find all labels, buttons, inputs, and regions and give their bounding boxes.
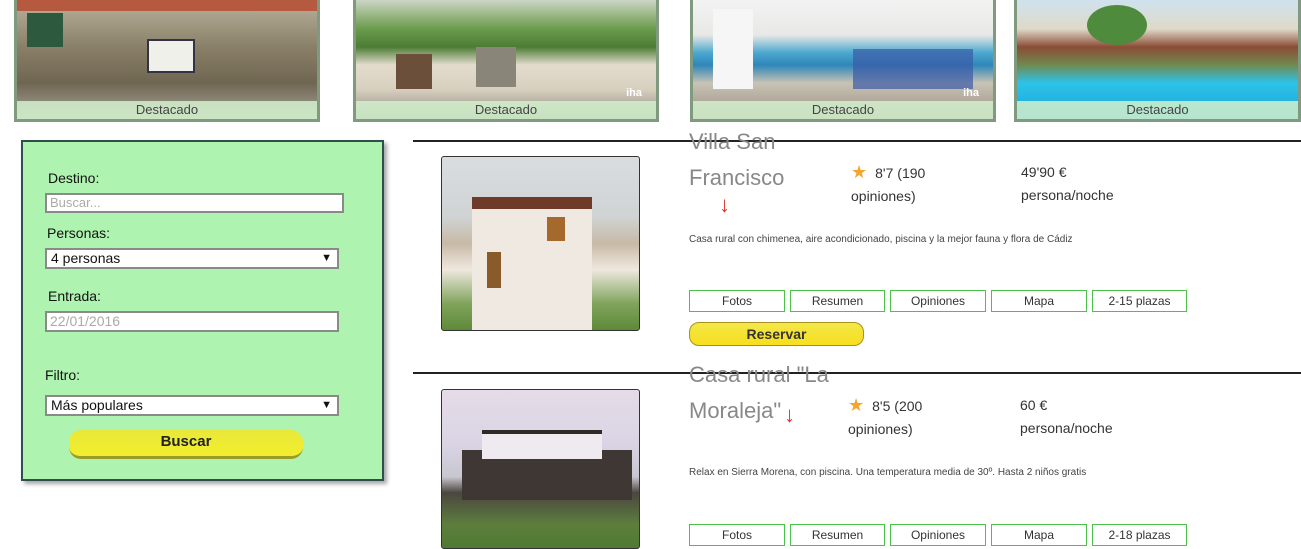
search-panel: Destino: Buscar... Personas: 4 personas … xyxy=(21,140,384,481)
iha-logo: iha xyxy=(963,87,979,99)
featured-label: Destacado xyxy=(1017,101,1298,119)
destino-label: Destino: xyxy=(48,170,100,186)
search-button[interactable]: Buscar xyxy=(69,430,303,459)
featured-label: Destacado xyxy=(356,101,656,119)
tab-mapa[interactable]: Mapa xyxy=(991,290,1087,312)
personas-select[interactable]: 4 personas ▼ xyxy=(45,248,339,269)
featured-card-3[interactable]: iha Destacado xyxy=(690,0,996,122)
reserve-button[interactable]: Reservar xyxy=(689,322,864,346)
filtro-select[interactable]: Más populares ▼ xyxy=(45,395,339,416)
featured-label: Destacado xyxy=(17,101,317,119)
listing-photo[interactable] xyxy=(441,389,640,549)
featured-card-1[interactable]: Destacado xyxy=(14,0,320,122)
personas-label: Personas: xyxy=(47,225,111,241)
chevron-down-icon: ▼ xyxy=(321,252,332,264)
chevron-down-icon: ▼ xyxy=(321,399,332,411)
destino-input[interactable]: Buscar... xyxy=(45,193,344,213)
tab-fotos[interactable]: Fotos xyxy=(689,524,785,546)
listing-description: Casa rural con chimenea, aire acondicion… xyxy=(689,234,1073,245)
tab-plazas[interactable]: 2-15 plazas xyxy=(1092,290,1187,312)
listing-photo[interactable] xyxy=(441,156,640,331)
listing-title[interactable]: Casa rural "La Moraleja" xyxy=(689,357,829,429)
tab-fotos[interactable]: Fotos xyxy=(689,290,785,312)
tab-mapa[interactable]: Mapa xyxy=(991,524,1087,546)
listing-description: Relax en Sierra Morena, con piscina. Una… xyxy=(689,467,1087,478)
tab-opiniones[interactable]: Opiniones xyxy=(890,524,986,546)
entrada-label: Entrada: xyxy=(48,288,101,304)
entrada-input[interactable]: 22/01/2016 xyxy=(45,311,339,332)
tab-opiniones[interactable]: Opiniones xyxy=(890,290,986,312)
filtro-value: Más populares xyxy=(51,397,143,413)
listing-title[interactable]: Villa San Francisco xyxy=(689,124,829,196)
star-icon: ★ xyxy=(848,395,865,415)
featured-label: Destacado xyxy=(693,101,993,119)
listing-price: 49'90 € persona/noche xyxy=(1021,164,1114,203)
iha-logo: iha xyxy=(626,87,642,99)
personas-value: 4 personas xyxy=(51,250,121,266)
star-icon: ★ xyxy=(851,162,868,182)
red-arrow-annotation: ↓ xyxy=(784,402,795,427)
tab-resumen[interactable]: Resumen xyxy=(790,290,885,312)
listing-rating: ★ 8'7 (190 opiniones) xyxy=(851,161,961,208)
tab-resumen[interactable]: Resumen xyxy=(790,524,885,546)
listing-rating: ★ 8'5 (200 opiniones) xyxy=(848,394,958,441)
filtro-label: Filtro: xyxy=(45,367,80,383)
featured-card-4[interactable]: Destacado xyxy=(1014,0,1301,122)
red-arrow-annotation: ↓ xyxy=(719,192,730,217)
listing-divider xyxy=(413,372,1301,374)
featured-card-2[interactable]: iha Destacado xyxy=(353,0,659,122)
listing-divider xyxy=(413,140,1301,142)
tab-plazas[interactable]: 2-18 plazas xyxy=(1092,524,1187,546)
listing-price: 60 € persona/noche xyxy=(1020,397,1113,436)
